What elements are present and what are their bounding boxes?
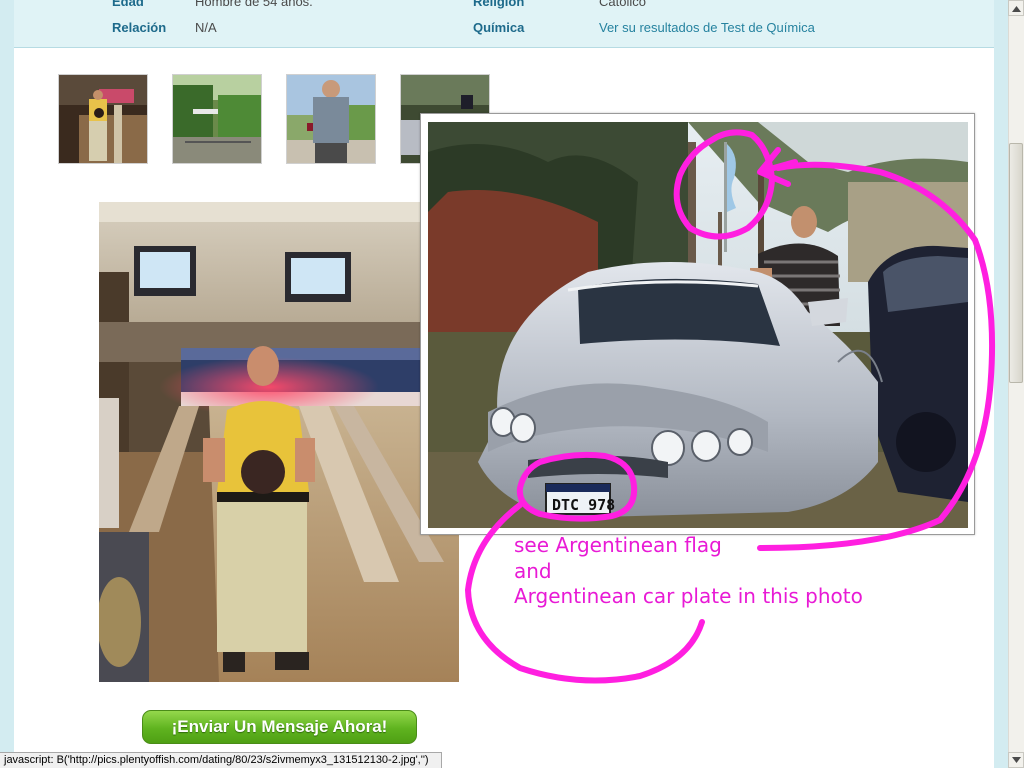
chevron-down-icon bbox=[1012, 757, 1021, 763]
relationship-value: N/A bbox=[195, 20, 217, 35]
profile-details-panel: Edad Hombre de 54 años. Religión Católic… bbox=[14, 0, 994, 48]
browser-status-bar: javascript: B('http://pics.plentyoffish.… bbox=[0, 752, 442, 768]
car-plate-text: DTC 978 bbox=[552, 496, 615, 514]
bowling-thumbnail-image bbox=[59, 75, 147, 163]
religion-label: Religión bbox=[473, 0, 525, 9]
age-value: Hombre de 54 años. bbox=[195, 0, 313, 9]
annotation-line-3: Argentinean car plate in this photo bbox=[514, 584, 863, 608]
scroll-up-button[interactable] bbox=[1008, 0, 1024, 16]
relationship-label: Relación bbox=[112, 20, 167, 35]
profile-row-relationship: Relación N/A Química Ver su resultados d… bbox=[14, 20, 994, 40]
enlarged-car-photo: DTC 978 bbox=[428, 122, 968, 528]
page-margin-left bbox=[0, 0, 14, 768]
bowling-alley-photo bbox=[99, 202, 459, 682]
wine-glass-thumbnail-image bbox=[287, 75, 375, 163]
chemistry-test-link[interactable]: Ver su resultados de Test de Química bbox=[599, 20, 815, 35]
age-label: Edad bbox=[112, 0, 144, 9]
annotation-line-2: and bbox=[514, 558, 552, 583]
car-photo-image: DTC 978 bbox=[428, 122, 968, 528]
vertical-scrollbar[interactable] bbox=[1008, 0, 1024, 768]
religion-value: Católico bbox=[599, 0, 646, 9]
thumbnail-bowling[interactable] bbox=[58, 74, 148, 164]
send-message-button[interactable]: ¡Enviar Un Mensaje Ahora! bbox=[142, 710, 417, 744]
scroll-down-button[interactable] bbox=[1008, 752, 1024, 768]
thumbnail-wine-glass[interactable] bbox=[286, 74, 376, 164]
page-margin-right bbox=[994, 0, 1008, 768]
profile-row-age: Edad Hombre de 54 años. Religión Católic… bbox=[14, 0, 994, 14]
annotation-line-1: see Argentinean flag bbox=[514, 533, 722, 557]
thumbnail-garden[interactable] bbox=[172, 74, 262, 164]
chemistry-label: Química bbox=[473, 20, 525, 35]
annotation-text: see Argentinean flag and Argentinean car… bbox=[514, 533, 863, 610]
enlarged-photo-popup[interactable]: DTC 978 bbox=[420, 113, 975, 535]
main-profile-photo[interactable] bbox=[99, 202, 459, 682]
garden-thumbnail-image bbox=[173, 75, 261, 163]
chevron-up-icon bbox=[1012, 6, 1021, 12]
scrollbar-thumb[interactable] bbox=[1009, 143, 1023, 383]
